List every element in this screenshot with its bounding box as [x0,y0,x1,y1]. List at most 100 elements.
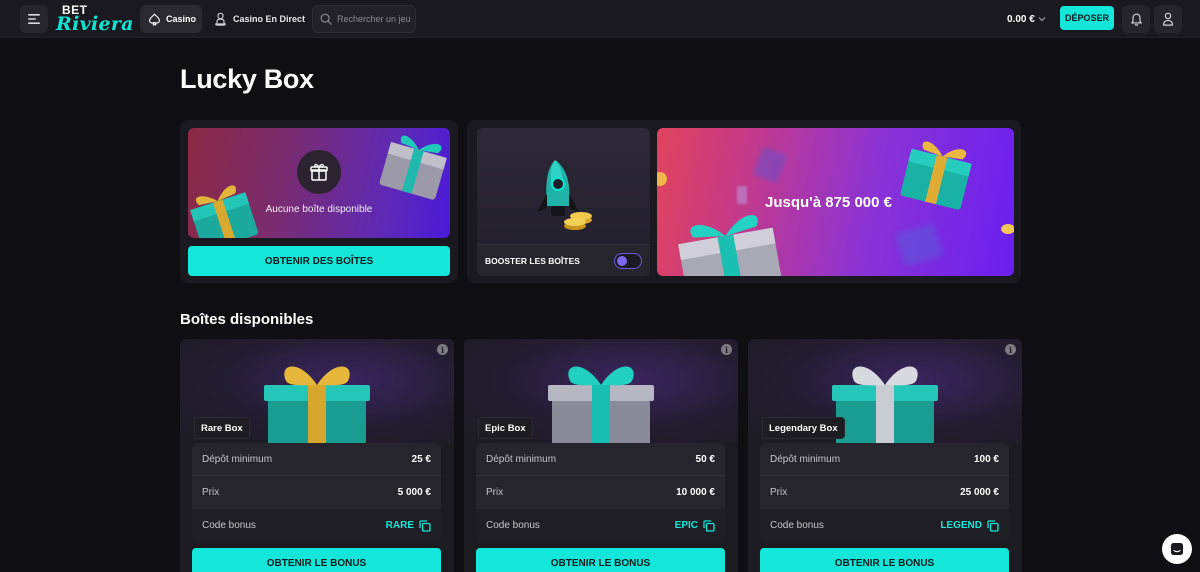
chat-button[interactable] [1162,534,1192,564]
min-deposit-value: 100 € [973,453,999,465]
search-input[interactable]: Rechercher un jeu [312,5,416,33]
row-bonus-code: Code bonus LEGEND [760,509,1009,542]
bonus-code-label: Code bonus [770,520,824,531]
row-min-deposit: Dépôt minimum 100 € [760,443,1009,476]
no-box-banner: Aucune boîte disponible [188,128,450,238]
no-box-text: Aucune boîte disponible [265,204,373,215]
box-card-epic: i Epic Box Dépôt minimum 50 € Prix 10 00… [464,339,738,572]
info-icon[interactable]: i [1005,344,1016,355]
nav-live-casino[interactable]: Casino En Direct [214,5,305,33]
booster-toggle[interactable] [614,253,642,269]
gift-illustration-right [379,135,447,200]
menu-button[interactable] [20,5,48,33]
copy-icon[interactable] [987,519,999,532]
obtain-boxes-button[interactable]: OBTENIR DES BOÎTES [188,246,450,276]
notifications-button[interactable] [1122,5,1150,33]
bonus-code-label: Code bonus [202,520,256,531]
casino-spade-icon [149,12,160,25]
box-card-legendary: i Legendary Box Dépôt minimum 100 € Prix… [748,339,1022,572]
box-name: Epic Box [478,417,533,439]
chat-icon [1171,543,1183,555]
copy-icon[interactable] [703,519,715,532]
box-details: Dépôt minimum 25 € Prix 5 000 € Code bon… [192,443,441,542]
blur-gift-c [737,186,747,204]
balance-dropdown[interactable]: 0.00 € [1007,5,1057,33]
bonus-code[interactable]: LEGEND [940,519,999,532]
nav-casino[interactable]: Casino [140,5,202,33]
row-min-deposit: Dépôt minimum 25 € [192,443,441,476]
min-deposit-value: 25 € [411,453,431,465]
bonus-code-value: RARE [385,520,414,531]
price-label: Prix [770,487,788,498]
box-hero: i Epic Box [464,339,738,445]
price-value: 10 000 € [676,487,715,498]
gift-box-illustration [548,366,654,445]
bonus-code-value: EPIC [674,520,698,531]
gift-icon [310,163,328,181]
rocket-icon [537,160,592,230]
page-title: Lucky Box [180,64,314,94]
bonus-code-label: Code bonus [486,520,540,531]
bonus-code[interactable]: RARE [385,519,431,532]
dealer-icon [215,12,226,26]
row-min-deposit: Dépôt minimum 50 € [476,443,725,476]
booster-label: BOOSTER LES BOÎTES [485,255,580,266]
booster-bar: BOOSTER LES BOÎTES [477,244,650,276]
box-details: Dépôt minimum 100 € Prix 25 000 € Code b… [760,443,1009,542]
user-button[interactable] [1154,5,1182,33]
logo[interactable]: BET Riviera [56,3,133,35]
min-deposit-label: Dépôt minimum [202,453,273,465]
min-deposit-label: Dépôt minimum [770,453,841,465]
row-price: Prix 10 000 € [476,476,725,509]
menu-icon [28,14,40,24]
info-icon[interactable]: i [721,344,732,355]
search-placeholder: Rechercher un jeu [337,14,411,24]
jackpot-banner: Jusqu'à 875 000 € [657,128,1014,276]
deposit-button[interactable]: DÉPOSER [1060,6,1114,30]
min-deposit-value: 50 € [695,453,715,465]
jackpot-text: Jusqu'à 875 000 € [765,194,892,211]
claim-bonus-button[interactable]: OBTENIR LE BONUS [192,548,441,572]
user-icon [1163,12,1173,26]
balance-value: 0.00 € [1007,13,1035,25]
box-hero: i Legendary Box [748,339,1022,445]
copy-icon[interactable] [419,519,431,532]
toggle-knob [617,256,627,266]
search-icon [320,13,332,25]
coin-right [1001,224,1014,234]
row-price: Prix 5 000 € [192,476,441,509]
info-icon[interactable]: i [437,344,448,355]
claim-bonus-button[interactable]: OBTENIR LE BONUS [476,548,725,572]
price-label: Prix [202,487,220,498]
price-label: Prix [486,487,504,498]
box-name: Legendary Box [762,417,845,439]
chevron-down-icon [1038,17,1046,22]
gift-illustration-left [190,185,259,238]
price-value: 5 000 € [397,487,431,498]
gift-box-illustration [264,366,370,445]
min-deposit-label: Dépôt minimum [486,453,557,465]
gift-box-illustration [832,366,938,445]
lucky-box-panel: Aucune boîte disponible OBTENIR DES BOÎT… [180,120,458,283]
box-hero: i Rare Box [180,339,454,445]
gift-icon-circle [297,150,341,194]
section-title: Boîtes disponibles [180,311,314,328]
row-bonus-code: Code bonus EPIC [476,509,725,542]
nav-live-label: Casino En Direct [233,14,306,24]
box-details: Dépôt minimum 50 € Prix 10 000 € Code bo… [476,443,725,542]
price-value: 25 000 € [960,487,999,498]
bonus-code-value: LEGEND [940,520,982,531]
row-price: Prix 25 000 € [760,476,1009,509]
booster-panel: BOOSTER LES BOÎTES Jusqu'à 875 000 € [467,120,1021,283]
top-bar: BET Riviera Casino Casino En Direct Rech… [0,0,1200,38]
nav-casino-label: Casino [166,14,197,24]
booster-card: BOOSTER LES BOÎTES [477,128,650,276]
row-bonus-code: Code bonus RARE [192,509,441,542]
claim-bonus-button[interactable]: OBTENIR LE BONUS [760,548,1009,572]
coin-left [657,172,667,186]
box-name: Rare Box [194,417,250,439]
bonus-code[interactable]: EPIC [674,519,715,532]
blur-gift-b [895,223,943,267]
box-card-rare: i Rare Box Dépôt minimum 25 € Prix 5 000… [180,339,454,572]
blur-gift-a [752,146,788,184]
